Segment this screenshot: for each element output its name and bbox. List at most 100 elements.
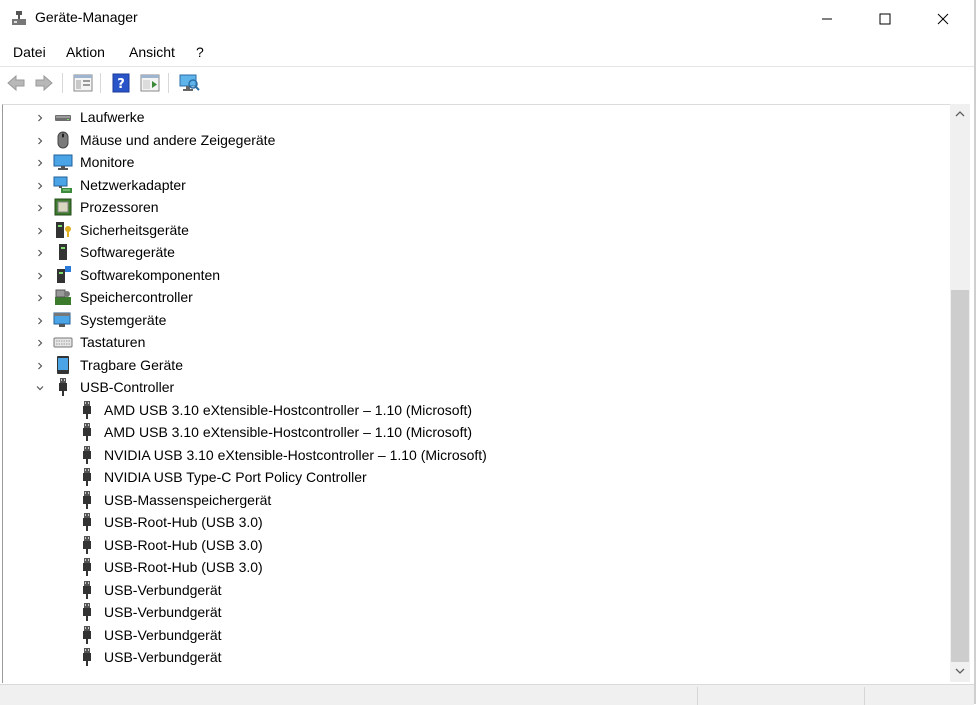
tree-device-item[interactable]: AMD USB 3.10 eXtensible-Hostcontroller –…	[3, 421, 950, 443]
scroll-up-icon[interactable]	[955, 110, 965, 118]
scroll-down-icon[interactable]	[955, 667, 965, 675]
status-separator	[697, 687, 698, 705]
system-device-icon	[53, 312, 71, 327]
tree-category-label: USB-Controller	[80, 379, 175, 395]
tree-category-label: Tastaturen	[80, 334, 146, 350]
security-device-icon	[56, 221, 71, 238]
tree-category[interactable]: Speichercontroller	[3, 286, 950, 308]
tree-category[interactable]: Netzwerkadapter	[3, 174, 950, 196]
minimize-icon	[822, 18, 832, 20]
tree-device-item[interactable]: USB-Root-Hub (USB 3.0)	[3, 511, 950, 533]
tree-category[interactable]: Monitore	[3, 151, 950, 173]
tree-category-label: Sicherheitsgeräte	[80, 221, 189, 238]
properties-icon[interactable]	[139, 72, 161, 94]
help-icon[interactable]: ?	[110, 72, 132, 94]
tree-device-label: USB-Massenspeichergerät	[104, 491, 272, 508]
tree-category-label: Mäuse und andere Zeigegeräte	[80, 131, 276, 148]
tree-device-item[interactable]: USB-Verbundgerät	[3, 624, 950, 646]
drive-icon	[55, 115, 71, 121]
menu-help[interactable]: ?	[196, 44, 204, 60]
toolbar-separator	[168, 73, 169, 93]
portable-device-icon	[57, 355, 69, 374]
tree-category[interactable]: Softwaregeräte	[3, 241, 950, 263]
chevron-right-icon[interactable]	[34, 135, 46, 147]
tree-device-label: NVIDIA USB 3.10 eXtensible-Hostcontrolle…	[104, 446, 487, 463]
tree-device-item[interactable]: USB-Verbundgerät	[3, 646, 950, 668]
tree-device-label: USB-Root-Hub (USB 3.0)	[104, 536, 263, 553]
minimize-button[interactable]	[798, 0, 856, 38]
maximize-icon	[879, 13, 891, 25]
tree-device-label: USB-Verbundgerät	[104, 581, 222, 598]
usb-icon	[83, 468, 91, 486]
monitor-icon[interactable]	[178, 72, 200, 94]
back-icon[interactable]	[5, 72, 27, 94]
svg-text:?: ?	[117, 77, 125, 92]
toolbar-separator	[100, 73, 101, 93]
close-button[interactable]	[914, 0, 972, 38]
usb-icon	[83, 423, 91, 441]
processor-icon	[54, 198, 72, 216]
toolbar-separator	[62, 73, 63, 93]
tree-category[interactable]: USB-Controller	[3, 376, 950, 398]
tree-device-item[interactable]: AMD USB 3.10 eXtensible-Hostcontroller –…	[3, 399, 950, 421]
menu-ansicht[interactable]: Ansicht	[129, 44, 175, 60]
close-icon	[937, 13, 949, 25]
tree-category[interactable]: Sicherheitsgeräte	[3, 219, 950, 241]
tree-category[interactable]: Laufwerke	[3, 106, 950, 128]
tree-device-label: NVIDIA USB Type-C Port Policy Controller	[104, 469, 367, 485]
vertical-scrollbar[interactable]	[950, 104, 970, 682]
chevron-right-icon[interactable]	[34, 315, 46, 327]
usb-icon	[59, 378, 67, 396]
tree-device-item[interactable]: USB-Verbundgerät	[3, 579, 950, 601]
tree-device-label: AMD USB 3.10 eXtensible-Hostcontroller –…	[104, 424, 473, 440]
menu-bar: Datei Aktion Ansicht ?	[0, 40, 974, 64]
chevron-right-icon[interactable]	[34, 337, 46, 349]
chevron-right-icon[interactable]	[34, 112, 46, 124]
chevron-right-icon[interactable]	[34, 270, 46, 282]
tree-device-item[interactable]: USB-Verbundgerät	[3, 601, 950, 623]
chevron-right-icon[interactable]	[34, 292, 46, 304]
storage-controller-icon	[55, 289, 71, 305]
tree-category-label: Laufwerke	[80, 109, 145, 125]
keyboard-icon	[53, 337, 73, 348]
usb-icon	[83, 603, 91, 621]
tree-device-item[interactable]: NVIDIA USB 3.10 eXtensible-Hostcontrolle…	[3, 444, 950, 466]
title-bar: Geräte-Manager	[0, 0, 974, 38]
menu-aktion[interactable]: Aktion	[66, 44, 105, 60]
tree-device-item[interactable]: USB-Massenspeichergerät	[3, 489, 950, 511]
chevron-right-icon[interactable]	[34, 180, 46, 192]
usb-icon	[83, 648, 91, 666]
tree-category-label: Netzwerkadapter	[80, 176, 186, 193]
chevron-right-icon[interactable]	[34, 247, 46, 259]
tree-category-label: Softwarekomponenten	[80, 266, 221, 283]
tree-category[interactable]: Prozessoren	[3, 196, 950, 218]
tree-device-item[interactable]: NVIDIA USB Type-C Port Policy Controller	[3, 466, 950, 488]
tree-device-label: USB-Root-Hub (USB 3.0)	[104, 559, 263, 575]
tree-category[interactable]: Mäuse und andere Zeigegeräte	[3, 129, 950, 151]
tree-category[interactable]: Tastaturen	[3, 331, 950, 353]
tree-device-item[interactable]: USB-Root-Hub (USB 3.0)	[3, 534, 950, 556]
chevron-right-icon[interactable]	[34, 360, 46, 372]
chevron-right-icon[interactable]	[34, 157, 46, 169]
status-separator	[864, 687, 865, 705]
mouse-icon	[57, 131, 69, 148]
tree-device-item[interactable]: USB-Root-Hub (USB 3.0)	[3, 556, 950, 578]
chevron-down-icon[interactable]	[34, 382, 46, 394]
chevron-right-icon[interactable]	[34, 202, 46, 214]
tree-device-label: USB-Verbundgerät	[104, 626, 222, 643]
chevron-right-icon[interactable]	[34, 225, 46, 237]
scrollbar-thumb[interactable]	[951, 290, 969, 662]
usb-icon	[83, 625, 91, 644]
device-tree: Laufwerke Mäuse und andere Zeigegeräte Mon…	[2, 104, 950, 683]
tree-category-label: Prozessoren	[80, 199, 159, 215]
tree-category[interactable]: Softwarekomponenten	[3, 264, 950, 286]
tree-device-label: USB-Verbundgerät	[104, 604, 222, 620]
usb-icon	[83, 400, 91, 419]
maximize-button[interactable]	[856, 0, 914, 38]
menu-datei[interactable]: Datei	[13, 44, 46, 60]
forward-icon[interactable]	[33, 72, 55, 94]
tree-category-label: Systemgeräte	[80, 311, 167, 328]
tree-category[interactable]: Tragbare Geräte	[3, 354, 950, 376]
tree-view-icon[interactable]	[72, 72, 94, 94]
tree-category[interactable]: Systemgeräte	[3, 309, 950, 331]
